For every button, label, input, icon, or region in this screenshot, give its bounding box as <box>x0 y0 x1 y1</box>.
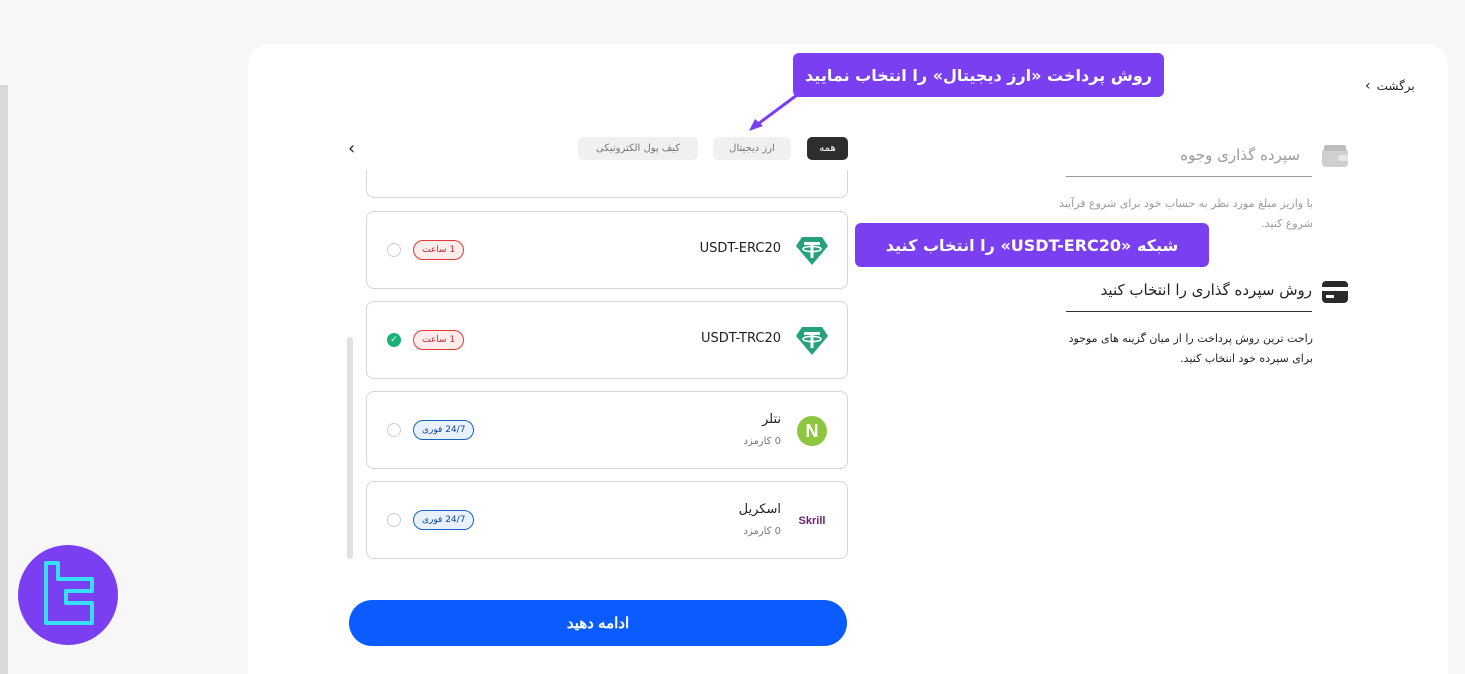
method-radio[interactable] <box>387 513 401 527</box>
neteller-icon: N <box>795 415 829 447</box>
step-description: راحت ترین روش پرداخت را از میان گزینه ها… <box>1068 332 1313 365</box>
neteller-logo-text: N <box>805 420 819 441</box>
arrow-icon <box>749 93 798 131</box>
method-skrill[interactable]: Skrill اسکریل 0 کارمزد 24/7 فوری <box>366 481 848 559</box>
step-divider <box>1066 311 1312 312</box>
tether-icon <box>795 235 829 267</box>
method-fee: 0 کارمزد <box>743 526 781 537</box>
time-badge: 24/7 فوری <box>413 420 475 440</box>
check-icon[interactable]: ✓ <box>387 333 401 347</box>
method-name: نتلر <box>761 412 781 427</box>
method-name: USDT-TRC20 <box>701 331 781 346</box>
method-neteller[interactable]: N نتلر 0 کارمزد 24/7 فوری <box>366 391 848 469</box>
method-usdt-trc20[interactable]: USDT-TRC20 1 ساعت ✓ <box>366 301 848 379</box>
method-fee: 0 کارمزد <box>743 436 781 447</box>
annotation-middle: شبکه «USDT-ERC20» را انتخاب کنید <box>855 223 1209 267</box>
tether-icon <box>795 325 829 357</box>
annotation-top: روش پرداخت «ارز دیجیتال» را انتخاب نمایی… <box>793 53 1164 97</box>
step-title: سپرده گذاری وجوه <box>1180 146 1300 164</box>
chevron-right-icon: › <box>1365 78 1371 94</box>
tab-all[interactable]: همه <box>807 137 848 160</box>
method-usdt-erc20[interactable]: USDT-ERC20 1 ساعت <box>366 211 848 289</box>
time-badge: 24/7 فوری <box>413 510 475 530</box>
method-radio[interactable] <box>387 423 401 437</box>
time-badge: 1 ساعت <box>413 240 465 260</box>
left-scrollbar[interactable] <box>0 85 8 674</box>
list-item-partial[interactable] <box>366 170 848 198</box>
back-label: برگشت <box>1376 79 1415 93</box>
tab-ewallet[interactable]: کیف پول الکترونیکی <box>578 137 698 160</box>
card-icon <box>1322 281 1348 303</box>
time-badge: 1 ساعت <box>413 330 465 350</box>
step-divider <box>1066 176 1312 177</box>
brand-logo <box>18 545 118 645</box>
continue-button[interactable]: ادامه دهید <box>349 600 847 646</box>
back-link[interactable]: برگشت › <box>1365 78 1415 94</box>
wallet-icon <box>1322 145 1348 167</box>
skrill-icon: Skrill <box>795 505 829 537</box>
method-name: USDT-ERC20 <box>699 241 781 256</box>
step-title: روش سپرده گذاری را انتخاب کنید <box>1100 281 1312 299</box>
method-radio[interactable] <box>387 243 401 257</box>
tab-crypto[interactable]: ارز دیجیتال <box>713 137 791 160</box>
skrill-logo-text: Skrill <box>798 515 826 527</box>
methods-scrollbar[interactable] <box>347 337 353 559</box>
chevron-left-icon[interactable]: ‹ <box>348 138 355 159</box>
method-name: اسکریل <box>738 502 781 517</box>
